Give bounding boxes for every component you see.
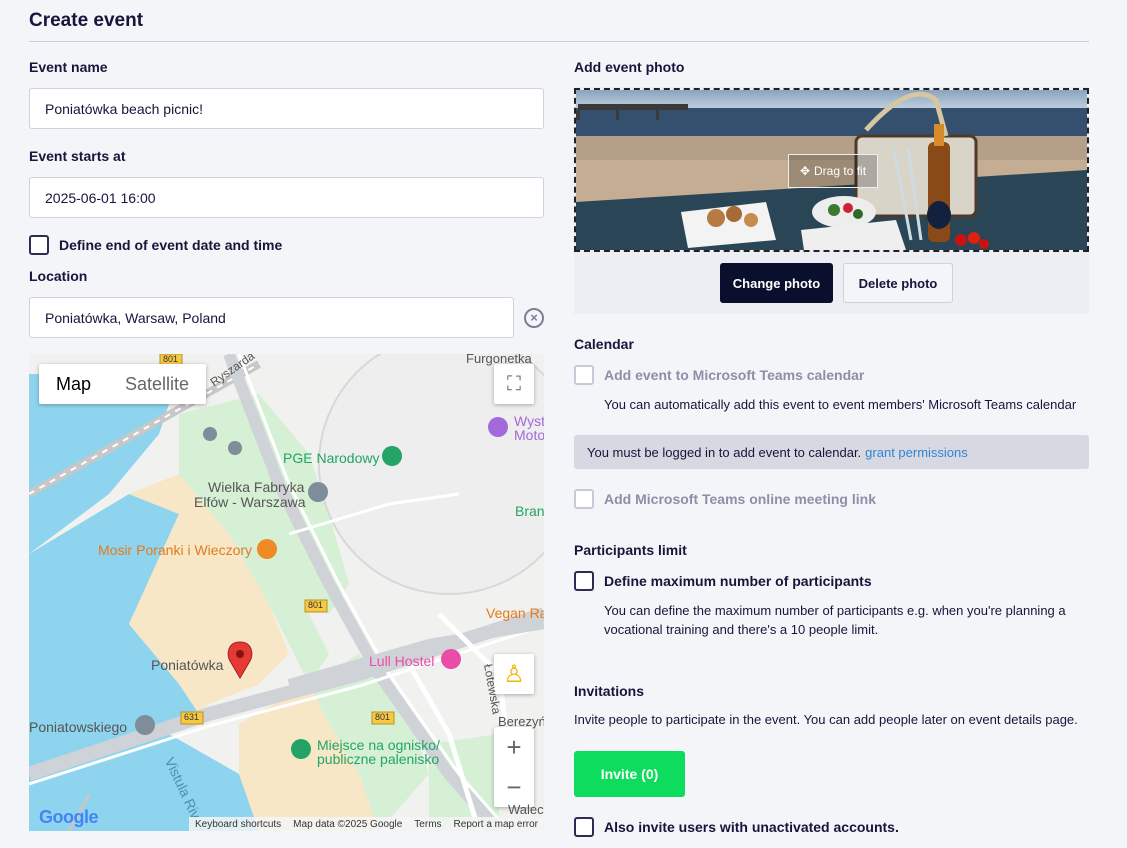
map-label-pge: PGE Narodowy <box>283 450 380 466</box>
map-label-furgonetka: Furgonetka <box>466 354 532 366</box>
zoom-out-button[interactable]: − <box>506 767 521 807</box>
add-photo-label: Add event photo <box>574 59 685 75</box>
terms-link[interactable]: Terms <box>414 819 441 830</box>
invitations-note: Invite people to participate in the even… <box>574 712 1078 727</box>
map-label-walec: Walec <box>508 802 544 817</box>
map-label-miejsce-2: publiczne palenisko <box>317 751 440 767</box>
invite-button[interactable]: Invite (0) <box>574 751 685 797</box>
zoom-in-button[interactable]: + <box>506 727 521 767</box>
teams-link-label: Add Microsoft Teams online meeting link <box>604 491 876 507</box>
title-divider <box>29 41 1089 42</box>
event-photo[interactable]: ✥ Drag to fit <box>574 88 1089 252</box>
map-label-wielka-1: Wielka Fabryka <box>208 479 305 495</box>
map-type-map[interactable]: Map <box>39 364 108 404</box>
teams-calendar-note: You can automatically add this event to … <box>604 397 1077 412</box>
unactivated-users-label: Also invite users with unactivated accou… <box>604 819 899 835</box>
map-footer: Keyboard shortcuts Map data ©2025 Google… <box>189 817 544 831</box>
map-canvas <box>29 354 544 831</box>
event-starts-label: Event starts at <box>29 148 126 164</box>
participants-note-2: vocational training and there's a 10 peo… <box>604 622 879 637</box>
drag-to-fit-label: Drag to fit <box>814 164 867 178</box>
google-logo: Google <box>39 807 99 827</box>
road-shield-631: 631 <box>184 712 200 722</box>
map-label-berezyn: Berezyń <box>498 714 544 729</box>
map-label-poniatowskiego: Poniatowskiego <box>29 719 128 735</box>
map-data-text: Map data ©2025 Google <box>293 818 403 830</box>
keyboard-shortcuts-link[interactable]: Keyboard shortcuts <box>195 819 281 830</box>
map-type-satellite[interactable]: Satellite <box>108 364 206 404</box>
calendar-title: Calendar <box>574 336 634 352</box>
drag-to-fit-handle[interactable]: ✥ Drag to fit <box>788 154 878 188</box>
street-view-pegman-icon[interactable]: ♙ <box>494 654 534 694</box>
map-label-mosir: Mosir Poranki i Wieczory <box>98 542 253 558</box>
road-shield-801-a: 801 <box>163 354 179 364</box>
report-map-error-link[interactable]: Report a map error <box>454 819 538 830</box>
close-circle-icon[interactable]: × <box>524 308 544 328</box>
location-label: Location <box>29 268 88 284</box>
delete-photo-button[interactable]: Delete photo <box>843 263 953 303</box>
road-shield-801-b: 801 <box>308 600 324 610</box>
define-end-label: Define end of event date and time <box>59 237 283 253</box>
location-map[interactable]: Map Satellite ⛶ ♙ + − Furgonetka Ryszard… <box>29 354 544 831</box>
invitations-title: Invitations <box>574 683 645 699</box>
fullscreen-icon[interactable]: ⛶ <box>494 364 534 404</box>
map-label-poniatowka: Poniatówka <box>151 657 224 673</box>
participants-title: Participants limit <box>574 542 687 558</box>
participants-note-1: You can define the maximum number of par… <box>604 603 1066 618</box>
calendar-permission-alert: You must be logged in to add event to ca… <box>574 435 1089 469</box>
event-name-label: Event name <box>29 59 108 75</box>
zoom-control: + − <box>494 727 534 807</box>
location-input[interactable]: Poniatówka, Warsaw, Poland <box>29 297 514 338</box>
alert-text: You must be logged in to add event to ca… <box>587 444 862 460</box>
change-photo-button[interactable]: Change photo <box>720 263 833 303</box>
map-label-lull-hostel: Lull Hostel <box>369 653 435 669</box>
teams-link-checkbox[interactable] <box>574 489 594 509</box>
teams-calendar-label: Add event to Microsoft Teams calendar <box>604 367 865 383</box>
unactivated-users-checkbox[interactable] <box>574 817 594 837</box>
teams-calendar-checkbox[interactable] <box>574 365 594 385</box>
map-label-moto: Moto <box>514 427 544 443</box>
move-icon: ✥ <box>799 164 811 178</box>
road-shield-801-c: 801 <box>375 712 391 722</box>
grant-permissions-link[interactable]: grant permissions <box>865 445 968 460</box>
event-name-input[interactable]: Poniatówka beach picnic! <box>29 88 544 129</box>
max-participants-checkbox[interactable] <box>574 571 594 591</box>
page-title: Create event <box>29 10 144 31</box>
map-type-switch[interactable]: Map Satellite <box>39 364 207 404</box>
max-participants-label: Define maximum number of participants <box>604 573 872 589</box>
map-label-bran: Bran <box>515 503 544 519</box>
map-label-vegan: Vegan Ra <box>486 605 544 621</box>
map-label-wielka-2: Elfów - Warszawa <box>194 494 306 510</box>
event-starts-input[interactable]: 2025-06-01 16:00 <box>29 177 544 218</box>
define-end-checkbox[interactable] <box>29 235 49 255</box>
